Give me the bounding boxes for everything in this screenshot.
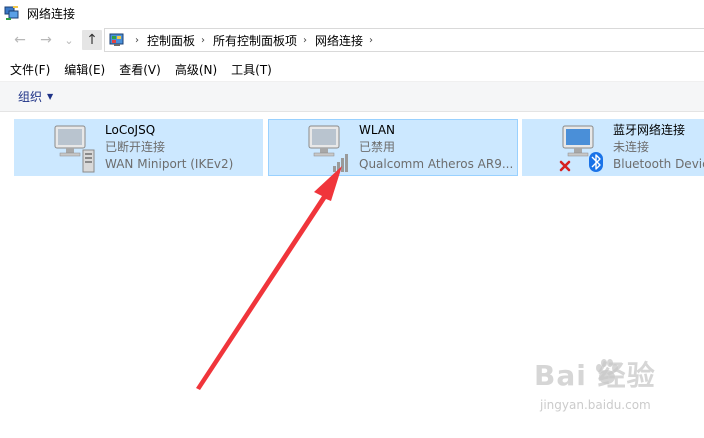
breadcrumb-separator-icon[interactable]: › xyxy=(201,35,205,46)
chevron-down-icon[interactable]: ▼ xyxy=(47,92,53,101)
breadcrumb-network-connections[interactable]: 网络连接 xyxy=(315,32,363,49)
command-bar: 组织 ▼ xyxy=(0,82,704,112)
baidu-watermark: Bai 经验 jingyan.baidu.com xyxy=(520,352,700,422)
forward-button[interactable]: → xyxy=(36,30,56,50)
connection-device: Bluetooth Device xyxy=(613,157,704,171)
connection-item-locojsq[interactable]: LoCoJSQ 已断开连接 WAN Miniport (IKEv2) xyxy=(14,119,263,176)
connection-status: 未连接 xyxy=(613,140,650,154)
wlan-disabled-icon xyxy=(305,124,351,174)
up-button[interactable]: ↑ xyxy=(82,30,102,50)
watermark-url: jingyan.baidu.com xyxy=(540,398,651,412)
window-title: 网络连接 xyxy=(27,6,76,21)
connection-status: 已断开连接 xyxy=(105,140,166,154)
network-connections-icon xyxy=(4,5,20,21)
menu-view[interactable]: 查看(V) xyxy=(119,61,161,78)
menu-advanced[interactable]: 高级(N) xyxy=(175,61,217,78)
breadcrumb-separator-icon[interactable]: › xyxy=(369,35,373,46)
connection-name: 蓝牙网络连接 xyxy=(613,123,686,137)
menu-edit[interactable]: 编辑(E) xyxy=(64,61,105,78)
control-panel-icon xyxy=(109,32,125,48)
connection-text: LoCoJSQ 已断开连接 WAN Miniport (IKEv2) xyxy=(105,122,233,173)
baidu-paw-icon xyxy=(594,358,620,386)
connection-item-bluetooth[interactable]: 蓝牙网络连接 未连接 Bluetooth Device xyxy=(522,119,704,176)
connection-item-wlan[interactable]: WLAN 已禁用 Qualcomm Atheros AR9... xyxy=(268,119,518,176)
title-bar: 网络连接 xyxy=(0,0,704,26)
network-computer-icon xyxy=(51,124,97,174)
breadcrumb-separator-icon[interactable]: › xyxy=(135,35,139,46)
connection-device: WAN Miniport (IKEv2) xyxy=(105,157,234,171)
menu-file[interactable]: 文件(F) xyxy=(10,61,50,78)
connection-text: WLAN 已禁用 Qualcomm Atheros AR9... xyxy=(359,122,513,173)
bluetooth-network-icon xyxy=(559,124,605,174)
connection-device: Qualcomm Atheros AR9... xyxy=(359,157,514,171)
address-bar[interactable]: › 控制面板 › 所有控制面板项 › 网络连接 › xyxy=(104,28,704,52)
breadcrumb-separator-icon[interactable]: › xyxy=(303,35,307,46)
connection-name: WLAN xyxy=(359,123,396,137)
breadcrumb-control-panel[interactable]: 控制面板 xyxy=(147,32,195,49)
menu-tools[interactable]: 工具(T) xyxy=(231,61,272,78)
connection-text: 蓝牙网络连接 未连接 Bluetooth Device xyxy=(613,122,704,173)
menu-bar: 文件(F) 编辑(E) 查看(V) 高级(N) 工具(T) xyxy=(0,58,704,82)
connection-status: 已禁用 xyxy=(359,140,396,154)
recent-locations-button[interactable]: ⌄ xyxy=(62,30,76,50)
organize-button[interactable]: 组织 xyxy=(18,88,42,105)
back-button[interactable]: ← xyxy=(10,30,30,50)
connection-name: LoCoJSQ xyxy=(105,123,156,137)
breadcrumb-all-items[interactable]: 所有控制面板项 xyxy=(213,32,297,49)
navigation-bar: ← → ⌄ ↑ › 控制面板 › 所有控制面板项 › 网络连接 › xyxy=(0,26,704,54)
